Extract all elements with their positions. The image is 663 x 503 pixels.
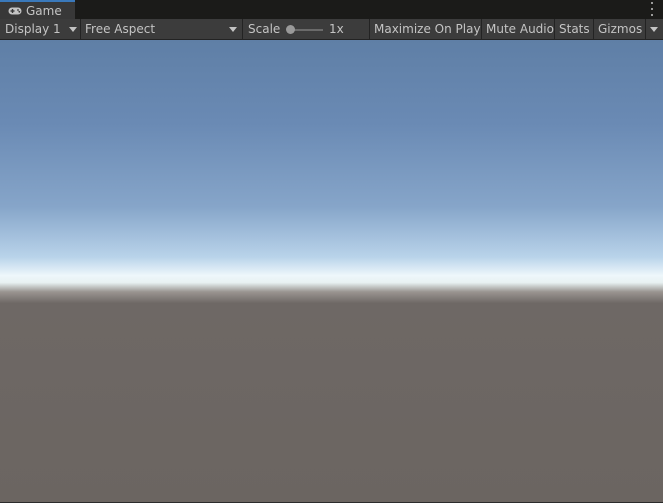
display-dropdown[interactable]: Display 1 [5,19,61,39]
scale-value: 1x [329,22,344,36]
gamepad-icon [8,7,22,14]
chevron-down-icon [229,27,237,32]
kebab-menu-icon[interactable] [649,2,655,16]
maximize-on-play-toggle[interactable]: Maximize On Play [374,19,481,39]
game-window: Game Display 1 Free Aspect Scale 1x Maxi… [0,0,663,503]
aspect-dropdown[interactable]: Free Aspect [85,19,155,39]
separator [645,19,646,39]
game-toolbar: Display 1 Free Aspect Scale 1x Maximize … [0,19,663,40]
display-dropdown-label: Display 1 [5,22,61,36]
tab-game[interactable]: Game [0,0,75,19]
chevron-down-icon [69,27,77,32]
separator [554,19,555,39]
gizmos-menu-chevron-icon[interactable] [650,27,658,32]
tab-title: Game [26,3,62,18]
stats-toggle[interactable]: Stats [559,19,590,39]
scale-label: Scale [248,22,281,36]
scale-slider-thumb[interactable] [286,25,295,34]
separator [80,19,81,39]
separator [242,19,243,39]
aspect-dropdown-label: Free Aspect [85,22,156,36]
gizmos-toggle[interactable]: Gizmos [598,19,642,39]
separator [481,19,482,39]
separator [369,19,370,39]
separator [593,19,594,39]
mute-audio-toggle[interactable]: Mute Audio [486,19,554,39]
tab-strip: Game [0,0,663,19]
game-viewport[interactable] [0,40,663,502]
